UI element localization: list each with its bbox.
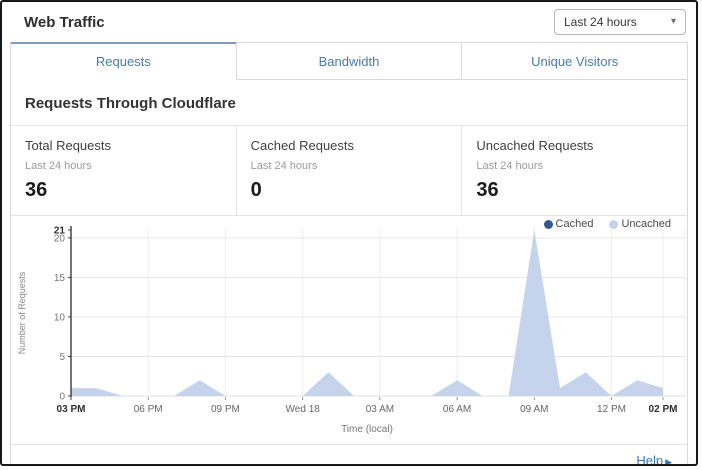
legend-label: Cached: [556, 218, 594, 230]
stat-cached-requests: Cached Requests Last 24 hours 0: [236, 126, 462, 215]
web-traffic-panel: Web Traffic Last 24 hours ▾ Requests Ban…: [0, 0, 698, 466]
svg-text:06 PM: 06 PM: [134, 404, 163, 415]
svg-text:Number of Requests: Number of Requests: [17, 271, 27, 354]
stat-value: 36: [25, 179, 222, 202]
stat-period: Last 24 hours: [251, 160, 448, 172]
svg-text:09 PM: 09 PM: [211, 404, 240, 415]
stat-uncached-requests: Uncached Requests Last 24 hours 36: [461, 126, 687, 215]
panel-header: Web Traffic Last 24 hours ▾: [2, 2, 696, 42]
svg-text:06 AM: 06 AM: [443, 404, 471, 415]
chart-legend: Cached Uncached: [544, 218, 671, 230]
stat-value: 0: [251, 179, 448, 202]
stats-row: Total Requests Last 24 hours 36 Cached R…: [11, 126, 687, 216]
requests-chart: CachedUncached 051015202103 PM06 PM09 PM…: [11, 216, 687, 444]
help-link[interactable]: Help▶: [636, 453, 672, 466]
legend-item-uncached[interactable]: Uncached: [609, 218, 671, 230]
caret-down-icon: ▾: [671, 17, 676, 27]
uncached-dot-icon: [609, 220, 618, 229]
tab-unique-visitors[interactable]: Unique Visitors: [461, 42, 687, 80]
stat-label: Total Requests: [25, 138, 222, 153]
svg-text:09 AM: 09 AM: [520, 404, 548, 415]
svg-text:21: 21: [54, 226, 66, 237]
svg-text:5: 5: [59, 352, 65, 363]
page-title: Web Traffic: [24, 14, 105, 31]
help-label: Help: [636, 453, 663, 466]
stat-period: Last 24 hours: [476, 160, 673, 172]
stat-label: Uncached Requests: [476, 138, 673, 153]
svg-text:Wed 18: Wed 18: [286, 404, 321, 415]
svg-text:Time (local): Time (local): [341, 424, 393, 435]
card-footer: Help▶: [11, 444, 687, 466]
stat-total-requests: Total Requests Last 24 hours 36: [11, 126, 236, 215]
caret-right-icon: ▶: [665, 457, 672, 466]
section-title: Requests Through Cloudflare: [11, 80, 687, 126]
legend-item-cached[interactable]: Cached: [544, 218, 594, 230]
stat-value: 36: [476, 179, 673, 202]
svg-text:0: 0: [59, 392, 65, 403]
tab-requests[interactable]: Requests: [11, 42, 236, 80]
legend-label: Uncached: [621, 218, 671, 230]
tab-bar: Requests Bandwidth Unique Visitors: [11, 42, 687, 80]
time-range-value: Last 24 hours: [564, 15, 637, 29]
svg-text:03 AM: 03 AM: [366, 404, 394, 415]
svg-text:10: 10: [54, 312, 66, 323]
tab-bandwidth[interactable]: Bandwidth: [236, 42, 462, 80]
traffic-chart-svg: 051015202103 PM06 PM09 PMWed 1803 AM06 A…: [11, 220, 697, 439]
stat-period: Last 24 hours: [25, 160, 222, 172]
svg-text:02 PM: 02 PM: [649, 404, 678, 415]
svg-text:12 PM: 12 PM: [597, 404, 626, 415]
svg-text:03 PM: 03 PM: [57, 404, 86, 415]
stat-label: Cached Requests: [251, 138, 448, 153]
time-range-dropdown[interactable]: Last 24 hours ▾: [554, 9, 686, 35]
traffic-card: Requests Bandwidth Unique Visitors Reque…: [10, 42, 688, 466]
cached-dot-icon: [544, 220, 553, 229]
svg-text:15: 15: [54, 273, 66, 284]
